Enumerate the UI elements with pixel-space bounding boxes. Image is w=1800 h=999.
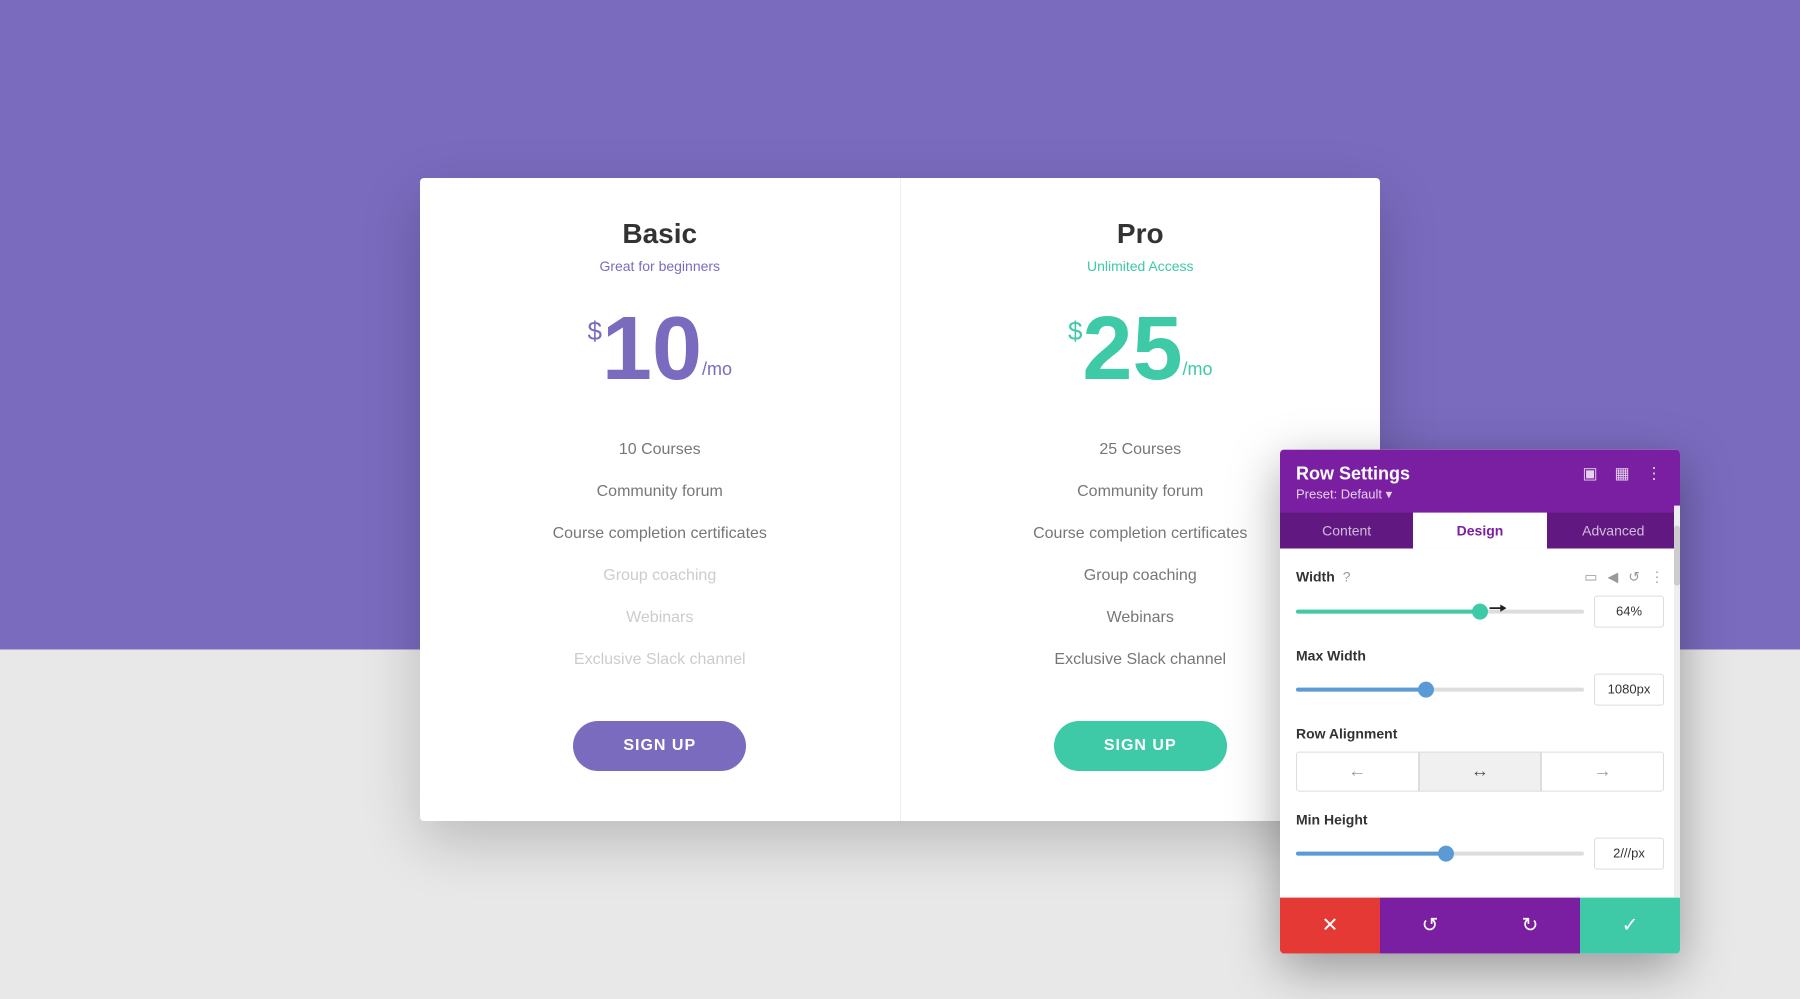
panel-body: Width ? ▭ ◀ ↺ ⋮ 🠖 (1280, 548, 1680, 897)
more-options-icon[interactable]: ⋮ (1644, 464, 1664, 484)
basic-currency: $ (587, 318, 601, 344)
basic-feature-list: 10 Courses Community forum Course comple… (460, 429, 860, 681)
fullscreen-icon[interactable]: ▣ (1580, 464, 1600, 484)
width-label: Width (1296, 569, 1335, 585)
pro-plan-price: $ 25 /mo (941, 304, 1341, 394)
max-width-label: Max Width (1296, 647, 1366, 663)
alignment-options: ← ↔ → (1296, 751, 1664, 791)
max-width-slider-fill (1296, 687, 1426, 691)
align-left-option[interactable]: ← (1296, 751, 1419, 791)
width-label-row: Width ? ▭ ◀ ↺ ⋮ (1296, 568, 1664, 585)
basic-period: /mo (702, 359, 732, 380)
width-slider-fill (1296, 609, 1480, 613)
list-item: Community forum (460, 471, 860, 513)
width-undo-icon[interactable]: ↺ (1628, 568, 1640, 585)
basic-plan-tagline: Great for beginners (460, 258, 860, 274)
list-item: Webinars (460, 597, 860, 639)
min-height-slider-row: 2///px (1296, 837, 1664, 869)
undo-button[interactable]: ↺ (1380, 897, 1480, 953)
max-width-slider-track[interactable] (1296, 687, 1584, 691)
width-section: Width ? ▭ ◀ ↺ ⋮ 🠖 (1296, 568, 1664, 627)
panel-title: Row Settings (1296, 463, 1410, 484)
redo-button[interactable]: ↻ (1480, 897, 1580, 953)
width-slider-value[interactable]: 64% (1594, 595, 1664, 627)
align-right-option[interactable]: → (1541, 751, 1664, 791)
tab-advanced[interactable]: Advanced (1547, 512, 1680, 548)
panel-title-row: Row Settings ▣ ▦ ⋮ (1296, 463, 1664, 484)
basic-plan-name: Basic (460, 218, 860, 250)
panel-actions: ✕ ↺ ↻ ✓ (1280, 897, 1680, 953)
row-alignment-label-row: Row Alignment (1296, 725, 1664, 741)
min-height-slider-track[interactable] (1296, 851, 1584, 855)
max-width-label-row: Max Width (1296, 647, 1664, 663)
min-height-section: Min Height 2///px (1296, 811, 1664, 869)
align-center-option[interactable]: ↔ (1419, 751, 1542, 791)
confirm-button[interactable]: ✓ (1580, 897, 1680, 953)
pro-plan-name: Pro (941, 218, 1341, 250)
width-cursor-icon[interactable]: ◀ (1607, 568, 1618, 585)
width-slider-thumb[interactable] (1472, 603, 1488, 619)
basic-plan-price: $ 10 /mo (460, 304, 860, 394)
width-desktop-icon[interactable]: ▭ (1584, 568, 1597, 585)
width-more-icon[interactable]: ⋮ (1650, 568, 1664, 585)
row-alignment-section: Row Alignment ← ↔ → (1296, 725, 1664, 791)
cursor-pointer-icon: 🠖 (1488, 591, 1507, 629)
list-item: 10 Courses (460, 429, 860, 471)
max-width-slider-value[interactable]: 1080px (1594, 673, 1664, 705)
width-icons: ▭ ◀ ↺ ⋮ (1584, 568, 1664, 585)
list-item: Exclusive Slack channel (460, 639, 860, 681)
panel-tabs: Content Design Advanced (1280, 512, 1680, 548)
basic-amount: 10 (602, 304, 702, 394)
min-height-label: Min Height (1296, 811, 1368, 827)
basic-signup-button[interactable]: SIGN UP (573, 721, 746, 771)
tab-design[interactable]: Design (1413, 512, 1546, 548)
width-slider-row: 🠖 64% (1296, 595, 1664, 627)
columns-icon[interactable]: ▦ (1612, 464, 1632, 484)
pro-amount: 25 (1082, 304, 1182, 394)
row-alignment-label: Row Alignment (1296, 725, 1397, 741)
confirm-icon: ✓ (1622, 913, 1639, 938)
max-width-section: Max Width 1080px (1296, 647, 1664, 705)
width-slider-track[interactable]: 🠖 (1296, 609, 1584, 613)
row-settings-panel: Row Settings ▣ ▦ ⋮ Preset: Default ▾ Con… (1280, 449, 1680, 953)
min-height-slider-value[interactable]: 2///px (1594, 837, 1664, 869)
tab-content[interactable]: Content (1280, 512, 1413, 548)
width-help-icon[interactable]: ? (1343, 569, 1351, 585)
min-height-slider-fill (1296, 851, 1446, 855)
redo-icon: ↻ (1522, 913, 1539, 938)
panel-header: Row Settings ▣ ▦ ⋮ Preset: Default ▾ Con… (1280, 449, 1680, 548)
cancel-icon: ✕ (1322, 913, 1339, 938)
panel-preset[interactable]: Preset: Default ▾ (1296, 486, 1664, 502)
pricing-table: Basic Great for beginners $ 10 /mo 10 Co… (420, 178, 1380, 821)
max-width-slider-thumb[interactable] (1418, 681, 1434, 697)
min-height-slider-thumb[interactable] (1438, 845, 1454, 861)
list-item: Course completion certificates (460, 513, 860, 555)
panel-scrollbar-thumb[interactable] (1674, 525, 1680, 585)
cancel-button[interactable]: ✕ (1280, 897, 1380, 953)
pro-signup-button[interactable]: SIGN UP (1054, 721, 1227, 771)
undo-icon: ↺ (1422, 913, 1439, 938)
min-height-label-row: Min Height (1296, 811, 1664, 827)
pricing-col-basic: Basic Great for beginners $ 10 /mo 10 Co… (420, 178, 901, 821)
pro-period: /mo (1183, 359, 1213, 380)
panel-scrollbar[interactable] (1674, 505, 1680, 897)
list-item: Group coaching (460, 555, 860, 597)
panel-header-icons: ▣ ▦ ⋮ (1580, 464, 1664, 484)
max-width-slider-row: 1080px (1296, 673, 1664, 705)
pro-plan-tagline: Unlimited Access (941, 258, 1341, 274)
pro-currency: $ (1068, 318, 1082, 344)
page-background: Basic Great for beginners $ 10 /mo 10 Co… (0, 0, 1800, 999)
